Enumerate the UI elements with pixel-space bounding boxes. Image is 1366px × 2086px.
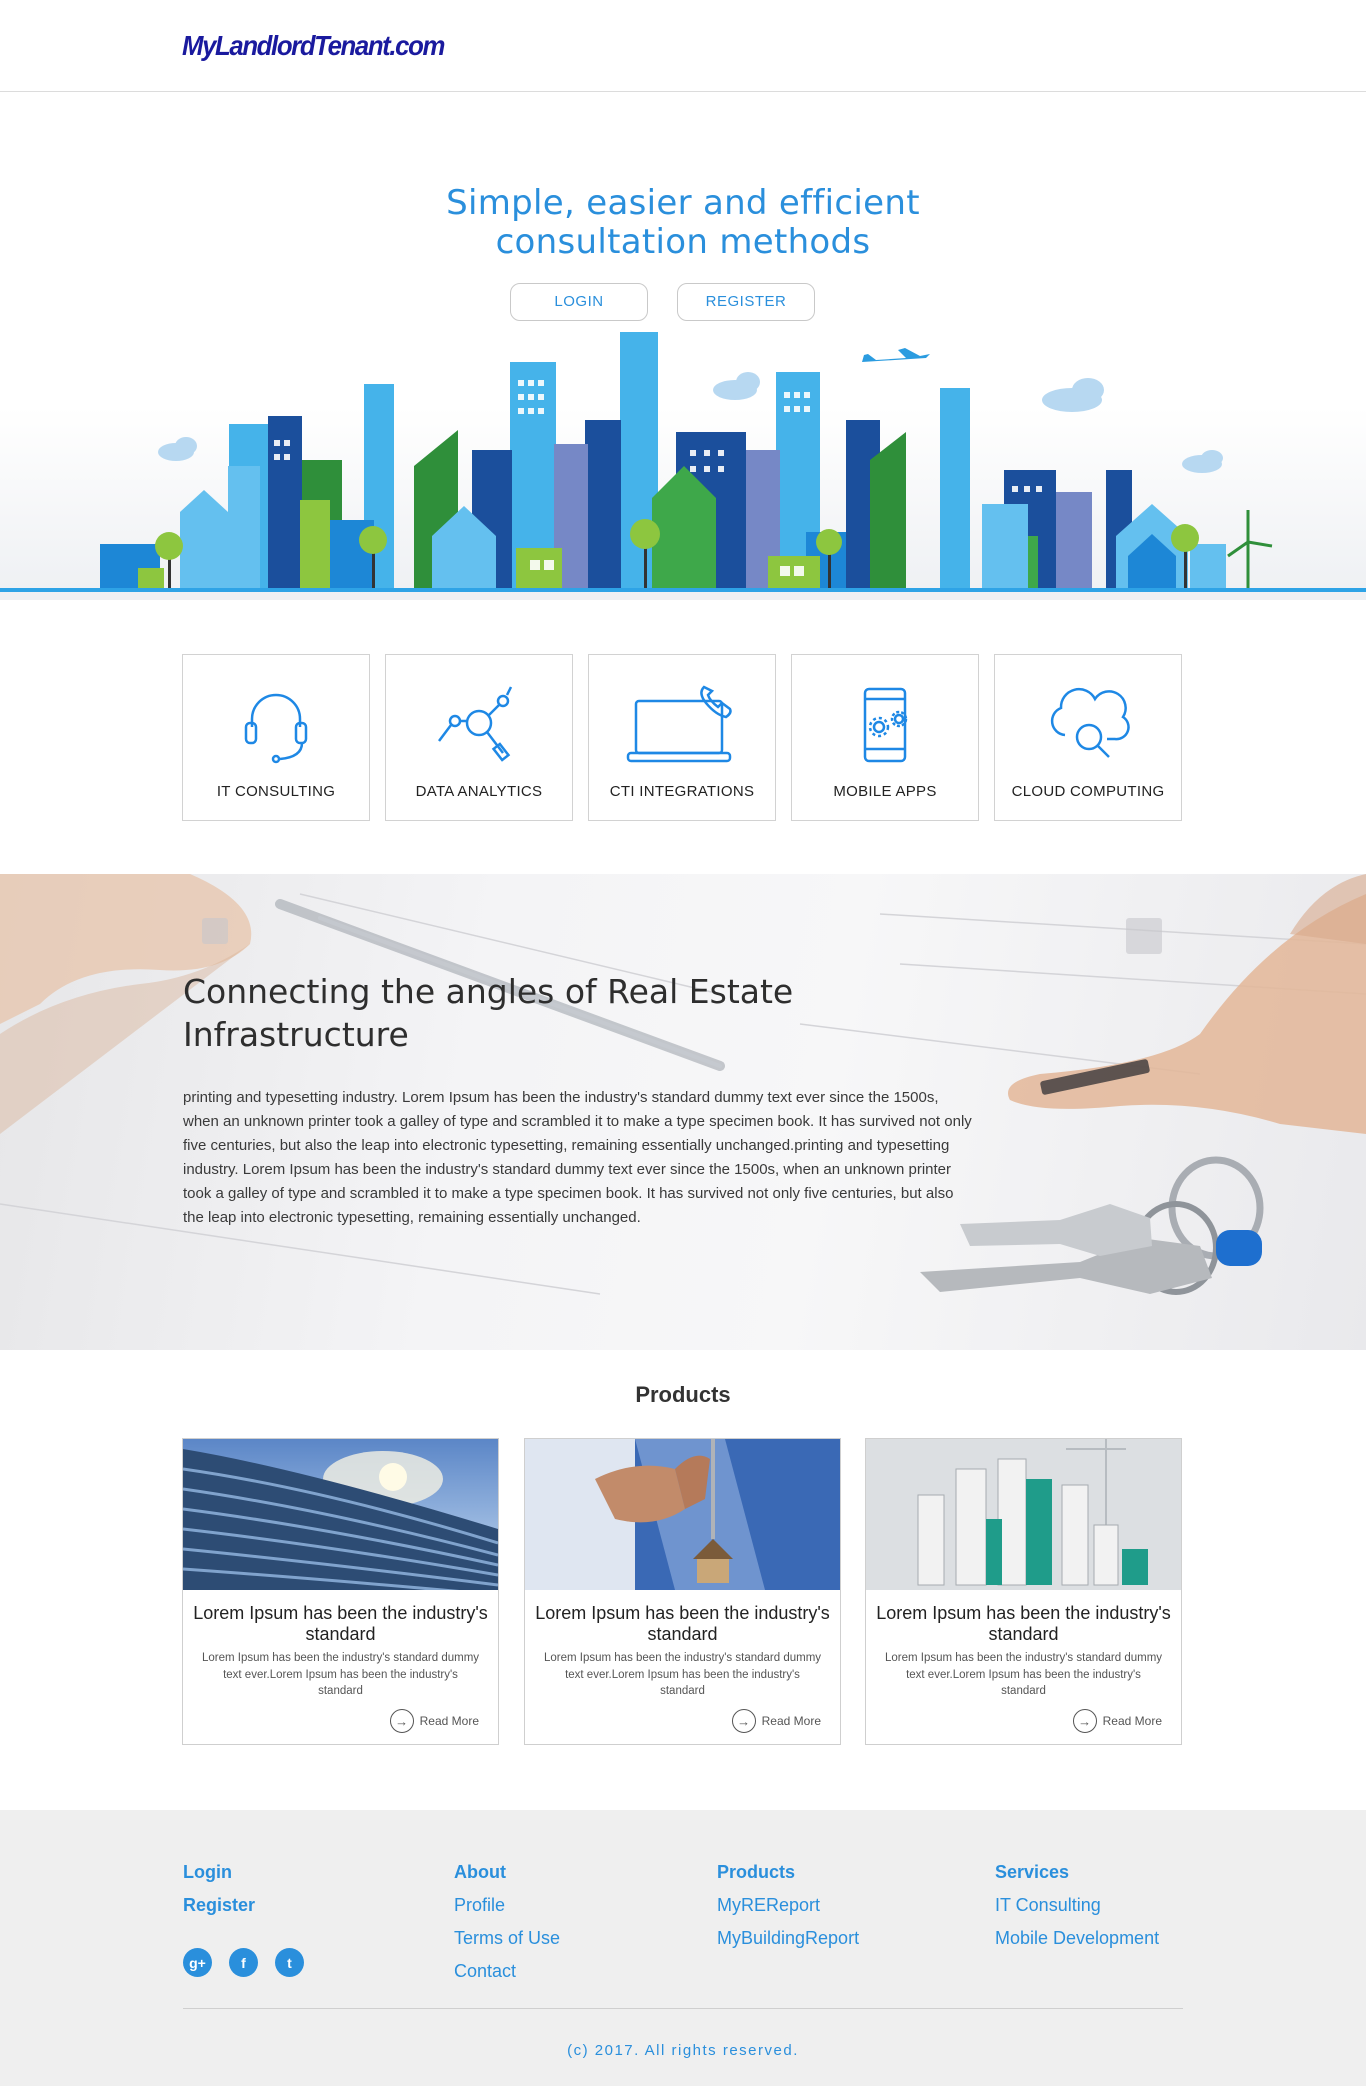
copyright-text: (c) 2017. All rights reserved. (567, 2042, 799, 2059)
service-label: MOBILE APPS (833, 783, 937, 800)
footer-link-services[interactable]: Services (995, 1856, 1159, 1889)
product-image-house-key (525, 1439, 840, 1590)
service-label: CTI INTEGRATIONS (609, 783, 755, 800)
footer-col-about: About Profile Terms of Use Contact (454, 1856, 560, 1988)
footer-link-products[interactable]: Products (717, 1856, 859, 1889)
product-title: Lorem Ipsum has been the industry's stan… (193, 1603, 488, 1644)
arrow-right-icon: → (731, 1709, 756, 1733)
service-mobile-apps[interactable]: MOBILE APPS (791, 654, 979, 821)
footer-link-mybuildingreport[interactable]: MyBuildingReport (717, 1922, 859, 1955)
banner-title: Connecting the angles of Real Estate Inf… (183, 972, 794, 1054)
service-cti-integrations[interactable]: CTI INTEGRATIONS (588, 654, 776, 821)
service-it-consulting[interactable]: IT CONSULTING (182, 654, 370, 821)
laptop-phone-icon (626, 685, 732, 763)
real-estate-banner: Connecting the angles of Real Estate Inf… (0, 874, 1366, 1350)
product-card[interactable]: Lorem Ipsum has been the industry's stan… (182, 1438, 499, 1745)
register-button[interactable]: REGISTER (677, 283, 815, 321)
footer-link-about[interactable]: About (454, 1856, 560, 1889)
hero-title: Simple, easier and efficient consultatio… (383, 184, 983, 262)
hero-title-line2: consultation methods (495, 222, 871, 262)
wind-turbine-icon (1227, 510, 1273, 588)
footer-col-services: Services IT Consulting Mobile Developmen… (995, 1856, 1159, 1955)
footer-link-it-consulting[interactable]: IT Consulting (995, 1889, 1159, 1922)
arrow-right-icon: → (1072, 1709, 1097, 1733)
read-more-link[interactable]: → Read More (731, 1709, 821, 1733)
read-more-label: Read More (761, 1714, 821, 1728)
service-label: CLOUD COMPUTING (1011, 783, 1165, 800)
product-description: Lorem Ipsum has been the industry's stan… (543, 1652, 822, 1697)
facebook-icon[interactable]: f (229, 1948, 258, 1977)
read-more-link[interactable]: → Read More (1072, 1709, 1162, 1733)
footer-link-myrereport[interactable]: MyREReport (717, 1889, 859, 1922)
footer-link-terms[interactable]: Terms of Use (454, 1922, 560, 1955)
login-button[interactable]: LOGIN (510, 283, 648, 321)
product-image-city-model (866, 1439, 1181, 1590)
product-description: Lorem Ipsum has been the industry's stan… (884, 1652, 1163, 1697)
cloud-search-icon (1050, 688, 1130, 758)
product-title: Lorem Ipsum has been the industry's stan… (876, 1603, 1171, 1644)
arrow-right-icon: → (389, 1709, 414, 1733)
twitter-icon[interactable]: t (275, 1948, 304, 1977)
footer-col-products: Products MyREReport MyBuildingReport (717, 1856, 859, 1955)
site-header: MyLandlordTenant.com (0, 0, 1366, 92)
footer-col-account: Login Register (183, 1856, 255, 1922)
service-data-analytics[interactable]: DATA ANALYTICS (385, 654, 573, 821)
city-skyline-illustration (0, 332, 1366, 592)
product-title: Lorem Ipsum has been the industry's stan… (535, 1603, 830, 1644)
footer-link-contact[interactable]: Contact (454, 1955, 560, 1988)
read-more-label: Read More (1102, 1714, 1162, 1728)
footer-link-register[interactable]: Register (183, 1889, 255, 1922)
footer-link-profile[interactable]: Profile (454, 1889, 560, 1922)
site-logo[interactable]: MyLandlordTenant.com (182, 30, 445, 62)
service-label: DATA ANALYTICS (415, 783, 543, 800)
product-image-building (183, 1439, 498, 1590)
service-label: IT CONSULTING (216, 783, 336, 800)
site-footer: Login Register g+ f t About Profile Term… (0, 1810, 1366, 2086)
product-card[interactable]: Lorem Ipsum has been the industry's stan… (865, 1438, 1182, 1745)
google-plus-icon[interactable]: g+ (183, 1948, 212, 1977)
products-heading: Products (635, 1382, 731, 1407)
hero-title-line1: Simple, easier and efficient (446, 183, 920, 223)
footer-link-login[interactable]: Login (183, 1856, 255, 1889)
read-more-link[interactable]: → Read More (389, 1709, 479, 1733)
analytics-icon (438, 686, 513, 762)
banner-text: printing and typesetting industry. Lorem… (183, 1089, 972, 1226)
product-description: Lorem Ipsum has been the industry's stan… (201, 1652, 480, 1697)
airplane-icon (862, 348, 930, 362)
mobile-gears-icon (863, 687, 908, 763)
product-card[interactable]: Lorem Ipsum has been the industry's stan… (524, 1438, 841, 1745)
footer-divider (183, 2008, 1183, 2009)
social-links: g+ f t (183, 1948, 304, 1977)
read-more-label: Read More (419, 1714, 479, 1728)
footer-link-mobile-development[interactable]: Mobile Development (995, 1922, 1159, 1955)
headset-icon (244, 693, 308, 764)
service-cloud-computing[interactable]: CLOUD COMPUTING (994, 654, 1182, 821)
